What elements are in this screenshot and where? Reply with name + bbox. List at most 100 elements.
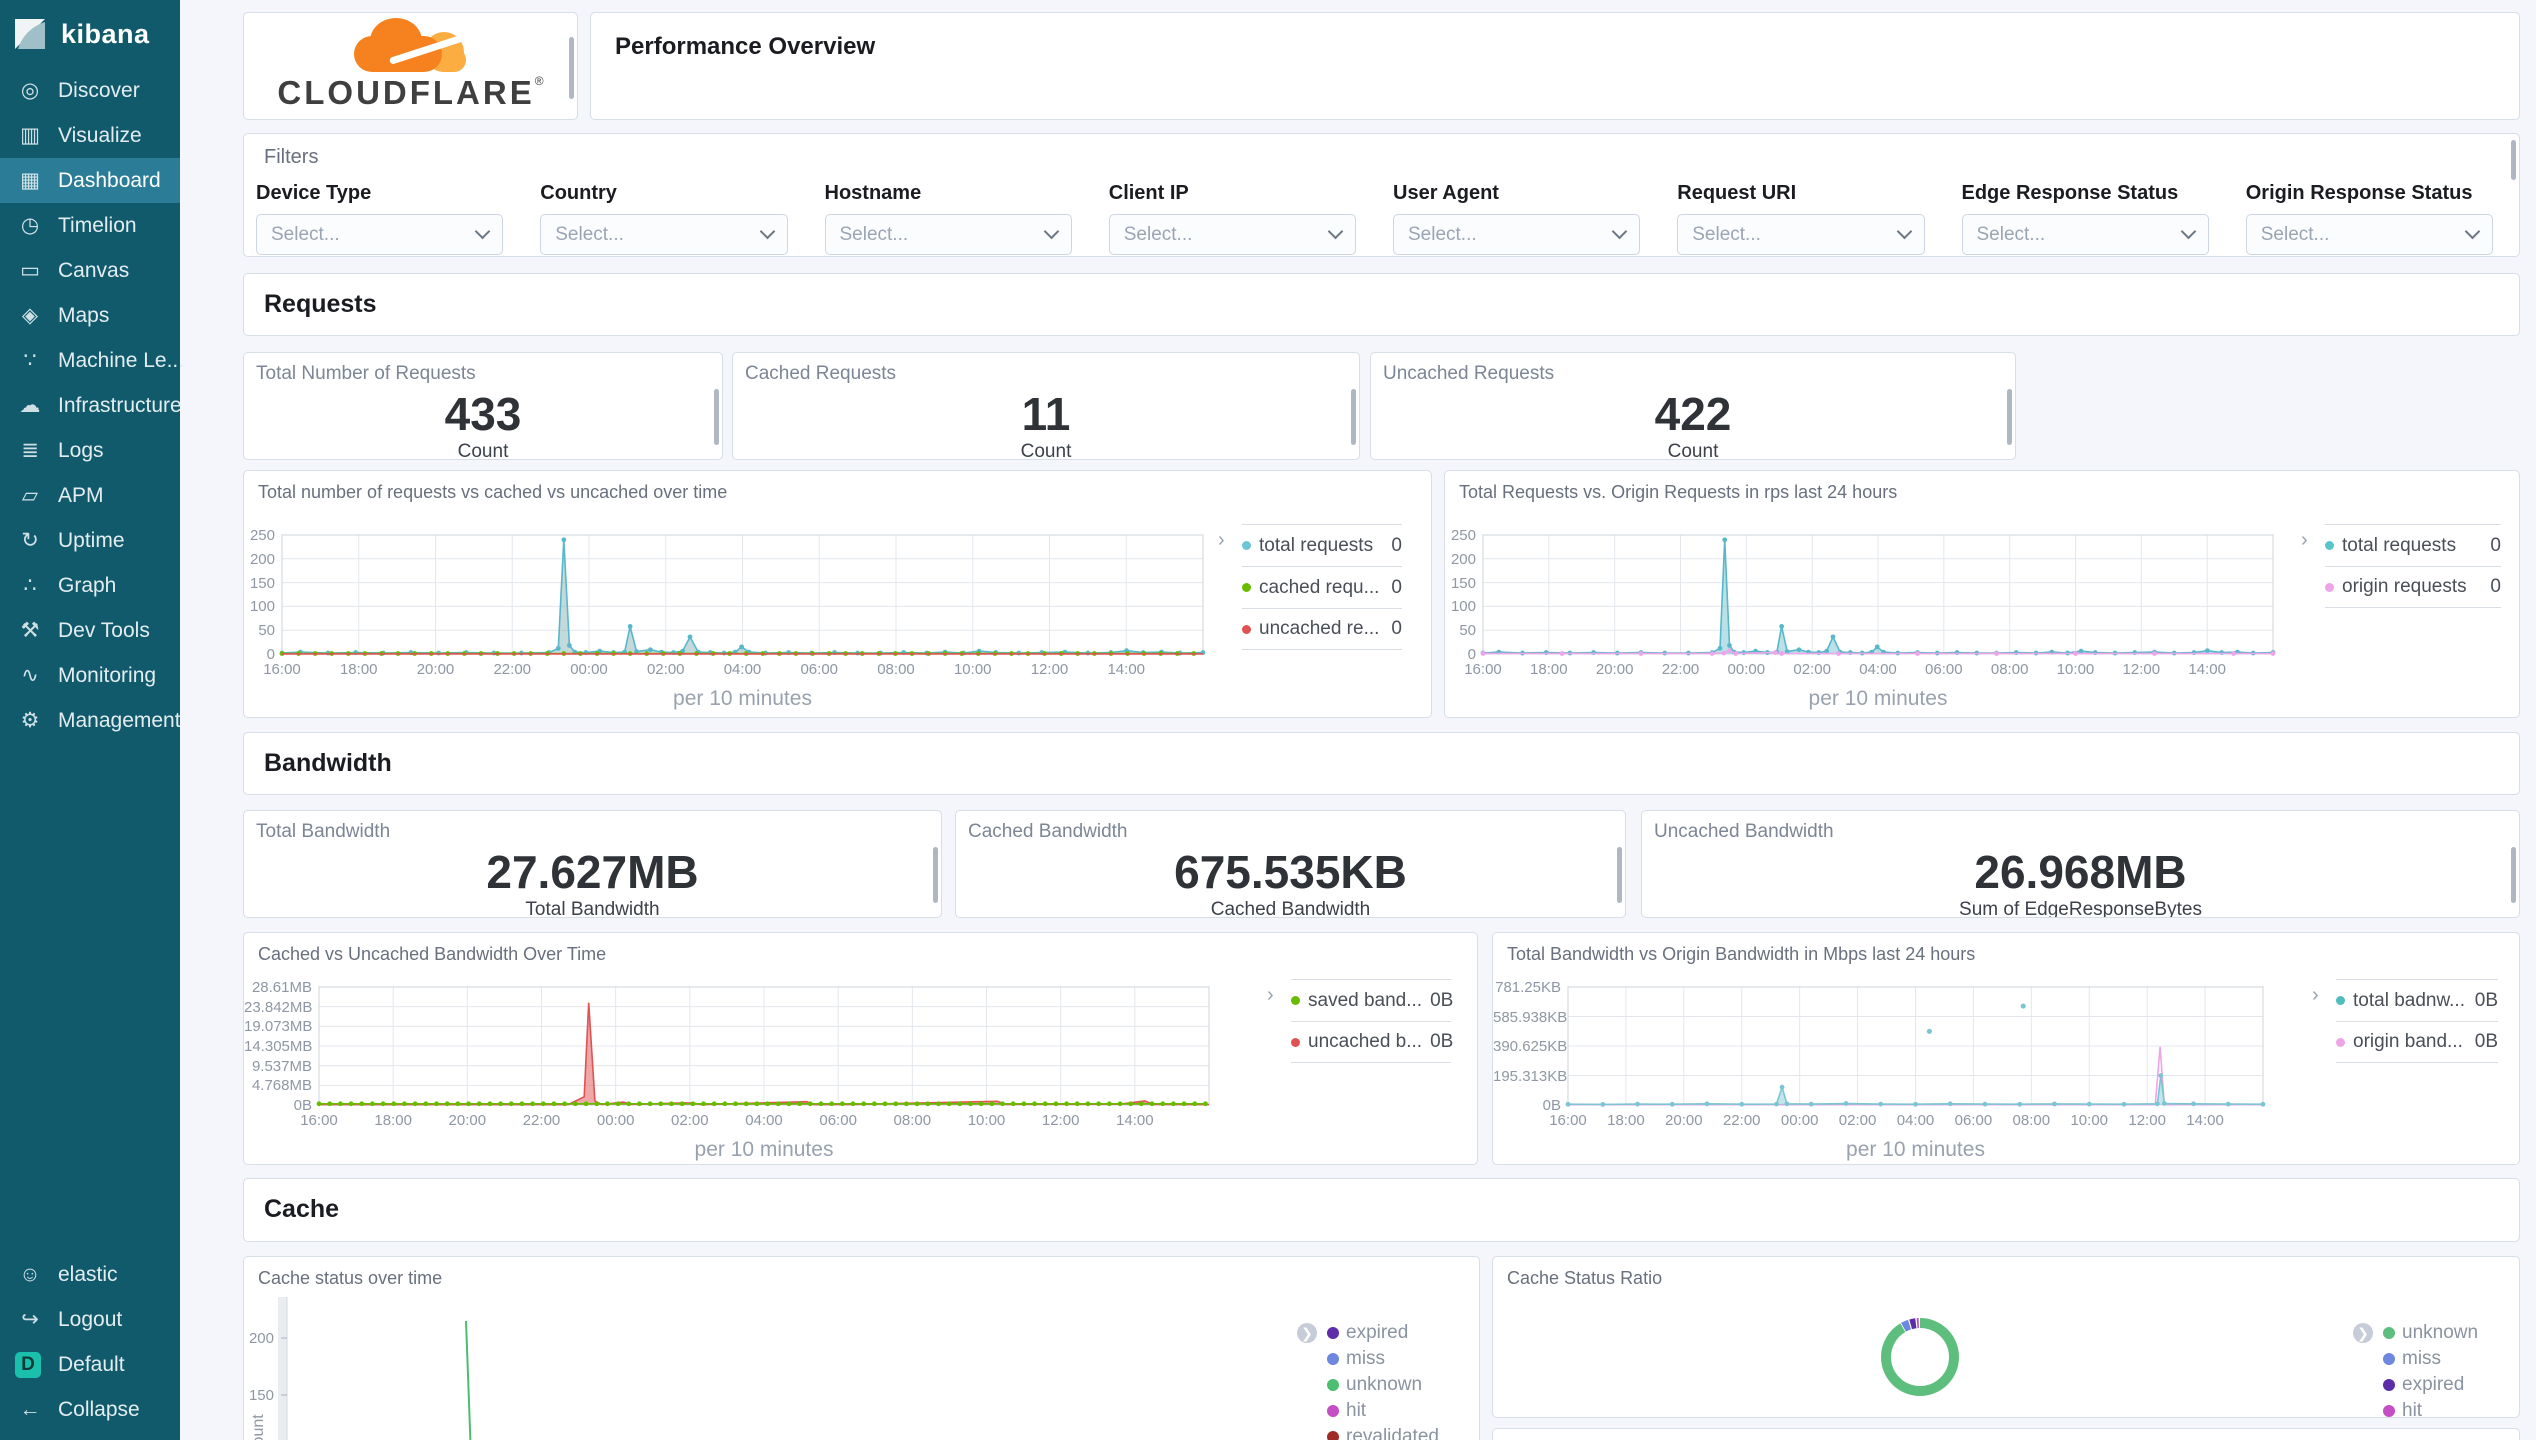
timelion-icon: ◷: [20, 214, 40, 237]
legend-item-saved-band[interactable]: saved band... 0B: [1291, 979, 1453, 1021]
sidebar-item-infrastructure[interactable]: ☁ Infrastructure: [0, 383, 182, 428]
legend-value: 0: [1391, 618, 1402, 639]
markdown-title-panel: Performance Overview: [590, 12, 2520, 120]
chevron-down-icon: [474, 223, 491, 240]
legend-item-miss[interactable]: miss: [1327, 1346, 1467, 1372]
chart-plot-area[interactable]: [279, 534, 1206, 656]
panel-scrollbar[interactable]: [1617, 847, 1622, 903]
sidebar-item-management[interactable]: ⚙ Management: [0, 698, 181, 743]
legend-item-expired[interactable]: expired: [2383, 1372, 2503, 1398]
x-axis-tick: 22:00: [1661, 661, 1700, 678]
legend-item-total-requests[interactable]: total requests 0: [2325, 524, 2501, 566]
y-axis-tick: 100: [1450, 598, 1476, 616]
sidebar-item-dashboard[interactable]: ▦ Dashboard: [0, 158, 180, 203]
legend-item-expired[interactable]: expired: [1327, 1320, 1467, 1346]
chart-plot-area[interactable]: [278, 1297, 1288, 1440]
x-axis-label: per 10 minutes: [694, 1138, 834, 1161]
legend-item-miss[interactable]: miss: [2383, 1346, 2503, 1372]
legend-item-hit[interactable]: hit: [1327, 1398, 1467, 1424]
sidebar-item-discover[interactable]: ◎ Discover: [0, 68, 180, 113]
legend-item-hit[interactable]: hit: [2383, 1398, 2503, 1417]
chart-plot-area[interactable]: [1480, 534, 2276, 656]
donut-chart[interactable]: [1493, 1257, 2393, 1418]
chart-plot-area[interactable]: [316, 986, 1210, 1107]
sidebar-item-apm[interactable]: ▱ APM: [0, 473, 180, 518]
legend-label: expired: [1346, 1322, 1409, 1343]
x-axis-tick: 08:00: [1990, 661, 2029, 678]
x-axis-tick: 04:00: [1896, 1112, 1935, 1129]
panel-scrollbar[interactable]: [2007, 389, 2012, 445]
sidebar-item-default[interactable]: D Default: [0, 1342, 180, 1387]
sidebar-item-uptime[interactable]: ↻ Uptime: [0, 518, 180, 563]
metric-title: Cached Requests: [745, 363, 897, 384]
filter-select-origin-response-status[interactable]: Select...: [2245, 214, 2493, 255]
sidebar-item-dev-tools[interactable]: ⚒ Dev Tools: [0, 608, 180, 653]
legend-toggle-icon[interactable]: ❯: [1297, 1323, 1317, 1343]
x-axis-tick: 20:00: [416, 661, 455, 678]
legend-toggle-icon[interactable]: ❯: [2353, 1323, 2373, 1343]
dashboard-main: CLOUDFLARE® Performance Overview Filters…: [180, 0, 2536, 1440]
metric-value: 422: [1654, 388, 1732, 440]
kibana-app: kibana ◎ Discover ▥ Visualize ▦ Dashboard ◷ Tim…: [0, 0, 2536, 1440]
y-axis-tick: 585.938KB: [1493, 1008, 1568, 1026]
filter-select-user-agent[interactable]: Select...: [1393, 214, 1641, 255]
x-axis-tick: 16:00: [1464, 661, 1502, 678]
sidebar-item-logout[interactable]: ↪ Logout: [0, 1297, 180, 1342]
legend-toggle-icon[interactable]: ›: [1267, 984, 1274, 1007]
sidebar-footer: ☺ elastic ↪ Logout D Default ← Collapse: [0, 1252, 180, 1440]
panel-scrollbar[interactable]: [714, 389, 719, 445]
sidebar-item-canvas[interactable]: ▭ Canvas: [0, 248, 180, 293]
sidebar-item-label: Infrastructure: [58, 393, 182, 417]
panel-scrollbar[interactable]: [2511, 847, 2516, 903]
legend-item-origin-band[interactable]: origin band... 0B: [2336, 1021, 2498, 1063]
panel-scrollbar[interactable]: [2511, 140, 2516, 180]
filters-panel: Filters Device Type Select... Country Selec…: [243, 133, 2520, 257]
sidebar-item-machine-le[interactable]: ∵ Machine Le...: [0, 338, 184, 383]
kibana-logo[interactable]: kibana: [0, 0, 180, 68]
sidebar-item-maps[interactable]: ◈ Maps: [0, 293, 180, 338]
legend-item-unknown[interactable]: unknown: [2383, 1320, 2503, 1346]
x-axis-tick: 06:00: [819, 1112, 857, 1129]
panel-scrollbar[interactable]: [1351, 389, 1356, 445]
legend-color-dot: [2383, 1405, 2395, 1417]
sidebar-item-monitoring[interactable]: ∿ Monitoring: [0, 653, 180, 698]
filter-field-edge-response-status: Edge Response Status Select...: [1961, 182, 2209, 255]
chart-plot-area[interactable]: [1565, 986, 2266, 1107]
filter-select-request-uri[interactable]: Select...: [1677, 214, 1925, 255]
legend-item-total-badnw[interactable]: total badnw... 0B: [2336, 979, 2498, 1021]
filter-select-hostname[interactable]: Select...: [824, 214, 1072, 255]
uptime-clock-icon: ↻: [21, 529, 39, 552]
sidebar-item-collapse[interactable]: ← Collapse: [0, 1387, 180, 1432]
legend-item-unknown[interactable]: unknown: [1327, 1372, 1467, 1398]
x-axis-tick: 00:00: [1780, 1112, 1819, 1129]
legend-toggle-icon[interactable]: ›: [1218, 529, 1225, 552]
x-axis-tick: 04:00: [1859, 661, 1897, 678]
filter-select-country[interactable]: Select...: [540, 214, 788, 255]
panel-scrollbar[interactable]: [933, 847, 938, 903]
filter-select-client-ip[interactable]: Select...: [1108, 214, 1356, 255]
legend-toggle-icon[interactable]: ›: [2312, 984, 2319, 1007]
cloud-server-icon: ☁: [19, 394, 41, 417]
legend-item-origin-requests[interactable]: origin requests 0: [2325, 566, 2501, 608]
machine-learning-icon: ∵: [23, 349, 37, 372]
filter-select-device-type[interactable]: Select...: [256, 214, 504, 255]
sidebar-item-timelion[interactable]: ◷ Timelion: [0, 203, 180, 248]
x-axis-tick: 02:00: [646, 661, 685, 678]
sidebar-item-visualize[interactable]: ▥ Visualize: [0, 113, 180, 158]
legend-item-uncached-re[interactable]: uncached re... 0: [1242, 608, 1402, 650]
legend-item-cached-requ[interactable]: cached requ... 0: [1242, 566, 1402, 608]
legend-item-revalidated[interactable]: revalidated: [1327, 1424, 1467, 1440]
x-axis-tick: 16:00: [1549, 1112, 1587, 1129]
legend-item-total-requests[interactable]: total requests 0: [1242, 524, 1402, 566]
sidebar-item-elastic[interactable]: ☺ elastic: [0, 1252, 180, 1297]
filter-select-edge-response-status[interactable]: Select...: [1961, 214, 2209, 255]
requests-section-title: Requests: [264, 290, 377, 318]
legend-label: origin band...: [2353, 1031, 2463, 1052]
chart-legend: total requests 0 origin requests 0: [2325, 524, 2501, 608]
legend-item-uncached-b[interactable]: uncached b... 0B: [1291, 1021, 1453, 1063]
legend-toggle-icon[interactable]: ›: [2301, 529, 2308, 552]
sidebar-item-logs[interactable]: ≣ Logs: [0, 428, 180, 473]
legend-label: miss: [1346, 1348, 1386, 1369]
sidebar-item-graph[interactable]: ∴ Graph: [0, 563, 180, 608]
panel-scrollbar[interactable]: [569, 37, 574, 99]
